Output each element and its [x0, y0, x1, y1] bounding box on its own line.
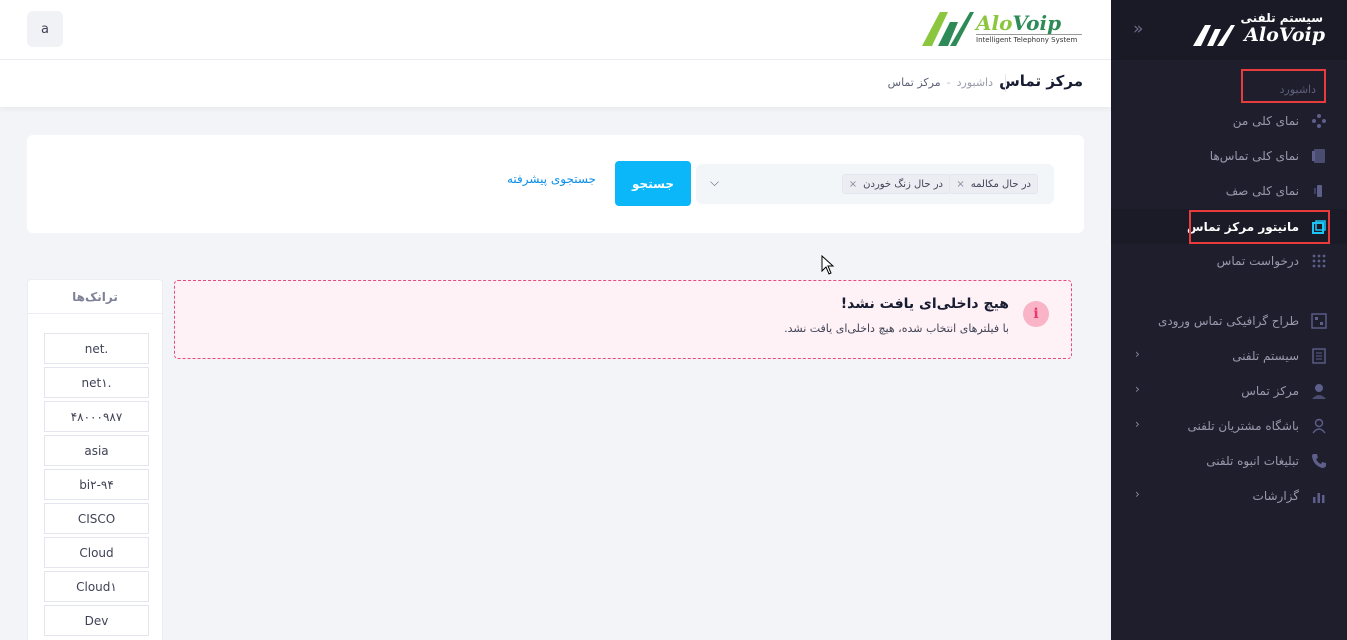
trunk-item[interactable]: CISCO: [44, 503, 149, 534]
pbx-icon: [1311, 347, 1327, 364]
sidebar-logo[interactable]: سیستم تلفنی AloVoip: [1191, 11, 1327, 49]
trunk-item[interactable]: ۴۸۰۰۰۹۸۷: [44, 401, 149, 432]
page-title: مرکز تماس: [999, 72, 1083, 90]
trunk-item[interactable]: Cloud۱: [44, 571, 149, 602]
sidebar-item-label: مانیتور مرکز تماس: [1187, 219, 1299, 234]
sidebar-item-call-center[interactable]: › مرکز تماس: [1111, 373, 1347, 408]
filter-tag: در حال زنگ خوردن ×: [841, 174, 950, 194]
sidebar-item-label: درخواست تماس: [1216, 253, 1299, 268]
header-logo-brand-a: Alo: [976, 11, 1013, 35]
sidebar-item-queue-overview[interactable]: نمای کلی صف: [1111, 173, 1347, 208]
sidebar-item-calls-overview[interactable]: نمای کلی تماس‌ها: [1111, 138, 1347, 173]
filter-tag-label: در حال زنگ خوردن: [863, 178, 943, 190]
double-chevron-right-icon[interactable]: »: [1133, 19, 1143, 39]
chevron-right-icon: ›: [1135, 487, 1140, 501]
alert-title: هیچ داخلی‌ای یافت نشد!: [840, 296, 1009, 312]
sidebar-logo-brand: AloVoip: [1244, 24, 1325, 46]
network-icon: [1311, 113, 1327, 129]
sidebar-item-call-request[interactable]: درخواست تماس: [1111, 243, 1347, 278]
alovoip-logo-icon: [922, 12, 974, 46]
sidebar-logo-system-label: سیستم تلفنی: [1240, 11, 1323, 25]
trunk-item[interactable]: Cloud: [44, 537, 149, 568]
filter-tag: در حال مکالمه ×: [949, 174, 1038, 194]
agent-icon: [1311, 383, 1327, 399]
header-logo[interactable]: AloVoip Intelligent Telephony System: [920, 10, 1085, 50]
alovoip-logo-icon: [1193, 25, 1235, 46]
advanced-search-link[interactable]: جستجوی پیشرفته: [507, 172, 596, 186]
topbar: a AloVoip Intelligent Telephony System: [0, 0, 1111, 60]
search-button[interactable]: جستجو: [615, 161, 691, 206]
sidebar-brand: سیستم تلفنی AloVoip »: [1111, 0, 1347, 60]
flow-designer-icon: [1311, 312, 1327, 329]
sidebar-item-label: باشگاه مشتریان تلفنی: [1187, 418, 1299, 433]
no-extension-alert: i هیچ داخلی‌ای یافت نشد! با فیلترهای انت…: [174, 280, 1072, 359]
chevron-right-icon: ›: [1135, 382, 1140, 396]
queue-icon: [1311, 183, 1327, 199]
phone-icon: [1311, 453, 1327, 469]
info-icon: i: [1023, 301, 1049, 327]
trunk-item[interactable]: Dev: [44, 605, 149, 636]
trunk-list: net. net۱. ۴۸۰۰۰۹۸۷ asia bi۲-۹۴ CISCO Cl…: [44, 333, 149, 639]
header-logo-divider: [976, 34, 1082, 35]
sidebar-item-label: گزارشات: [1252, 488, 1299, 503]
chevron-right-icon: ›: [1135, 347, 1140, 361]
breadcrumb: داشبورد-مرکز تماس: [888, 76, 993, 89]
trunk-item[interactable]: net۱.: [44, 367, 149, 398]
trunks-title: ترانک‌ها: [28, 280, 162, 314]
close-icon[interactable]: ×: [849, 179, 857, 190]
sidebar: سیستم تلفنی AloVoip » داشبورد نمای کلی م…: [1111, 0, 1347, 640]
sidebar-item-label: سیستم تلفنی: [1232, 348, 1299, 363]
sidebar-item-label: نمای کلی صف: [1225, 183, 1299, 198]
dots-grid-icon: [1311, 253, 1327, 269]
mouse-cursor-icon: [821, 255, 835, 275]
breadcrumb-current: مرکز تماس: [887, 76, 941, 89]
close-icon[interactable]: ×: [956, 179, 964, 190]
alert-text: با فیلترهای انتخاب شده، هیچ داخلی‌ای یاف…: [784, 322, 1009, 335]
sidebar-item-phone-system[interactable]: › سیستم تلفنی: [1111, 338, 1347, 373]
subheader-divider: [1005, 74, 1006, 92]
header-logo-tagline: Intelligent Telephony System: [976, 36, 1078, 44]
phone-book-icon: [1311, 148, 1327, 164]
status-filter-select[interactable]: در حال مکالمه × در حال زنگ خوردن × ⌵: [696, 164, 1054, 204]
sidebar-item-callcenter-monitor[interactable]: مانیتور مرکز تماس: [1111, 209, 1347, 244]
user-avatar[interactable]: a: [27, 11, 63, 47]
header-logo-wordmark: AloVoip: [976, 11, 1061, 35]
sidebar-item-flow-designer[interactable]: طراح گرافیکی تماس ورودی: [1111, 303, 1347, 338]
customers-icon: [1311, 418, 1327, 434]
sidebar-item-my-overview[interactable]: نمای کلی من: [1111, 103, 1347, 138]
chevron-right-icon: ›: [1135, 417, 1140, 431]
header-logo-brand-b: Voip: [1012, 11, 1062, 35]
trunk-item[interactable]: net.: [44, 333, 149, 364]
sidebar-item-label: مرکز تماس: [1241, 383, 1299, 398]
subheader: مرکز تماس داشبورد-مرکز تماس: [0, 60, 1111, 107]
chevron-down-icon[interactable]: ⌵: [710, 175, 719, 190]
trunk-item[interactable]: asia: [44, 435, 149, 466]
bar-chart-icon: [1311, 488, 1327, 504]
sidebar-item-label: نمای کلی من: [1232, 113, 1299, 128]
sidebar-section-dashboard: داشبورد: [1241, 69, 1326, 103]
breadcrumb-root[interactable]: داشبورد: [957, 76, 993, 89]
monitor-icon: [1311, 219, 1327, 235]
sidebar-item-customer-club[interactable]: › باشگاه مشتریان تلفنی: [1111, 408, 1347, 443]
sidebar-item-label: طراح گرافیکی تماس ورودی: [1157, 313, 1299, 328]
sidebar-item-label: نمای کلی تماس‌ها: [1209, 148, 1299, 163]
filter-tag-label: در حال مکالمه: [970, 178, 1031, 190]
trunks-panel: ترانک‌ها net. net۱. ۴۸۰۰۰۹۸۷ asia bi۲-۹۴…: [27, 279, 163, 640]
sidebar-item-reports[interactable]: › گزارشات: [1111, 478, 1347, 513]
trunk-item[interactable]: bi۲-۹۴: [44, 469, 149, 500]
sidebar-item-bulk-ads[interactable]: تبلیغات انبوه تلفنی: [1111, 443, 1347, 478]
filter-card: در حال مکالمه × در حال زنگ خوردن × ⌵ جست…: [27, 135, 1084, 233]
breadcrumb-separator: -: [946, 76, 951, 89]
sidebar-item-label: تبلیغات انبوه تلفنی: [1206, 453, 1299, 468]
